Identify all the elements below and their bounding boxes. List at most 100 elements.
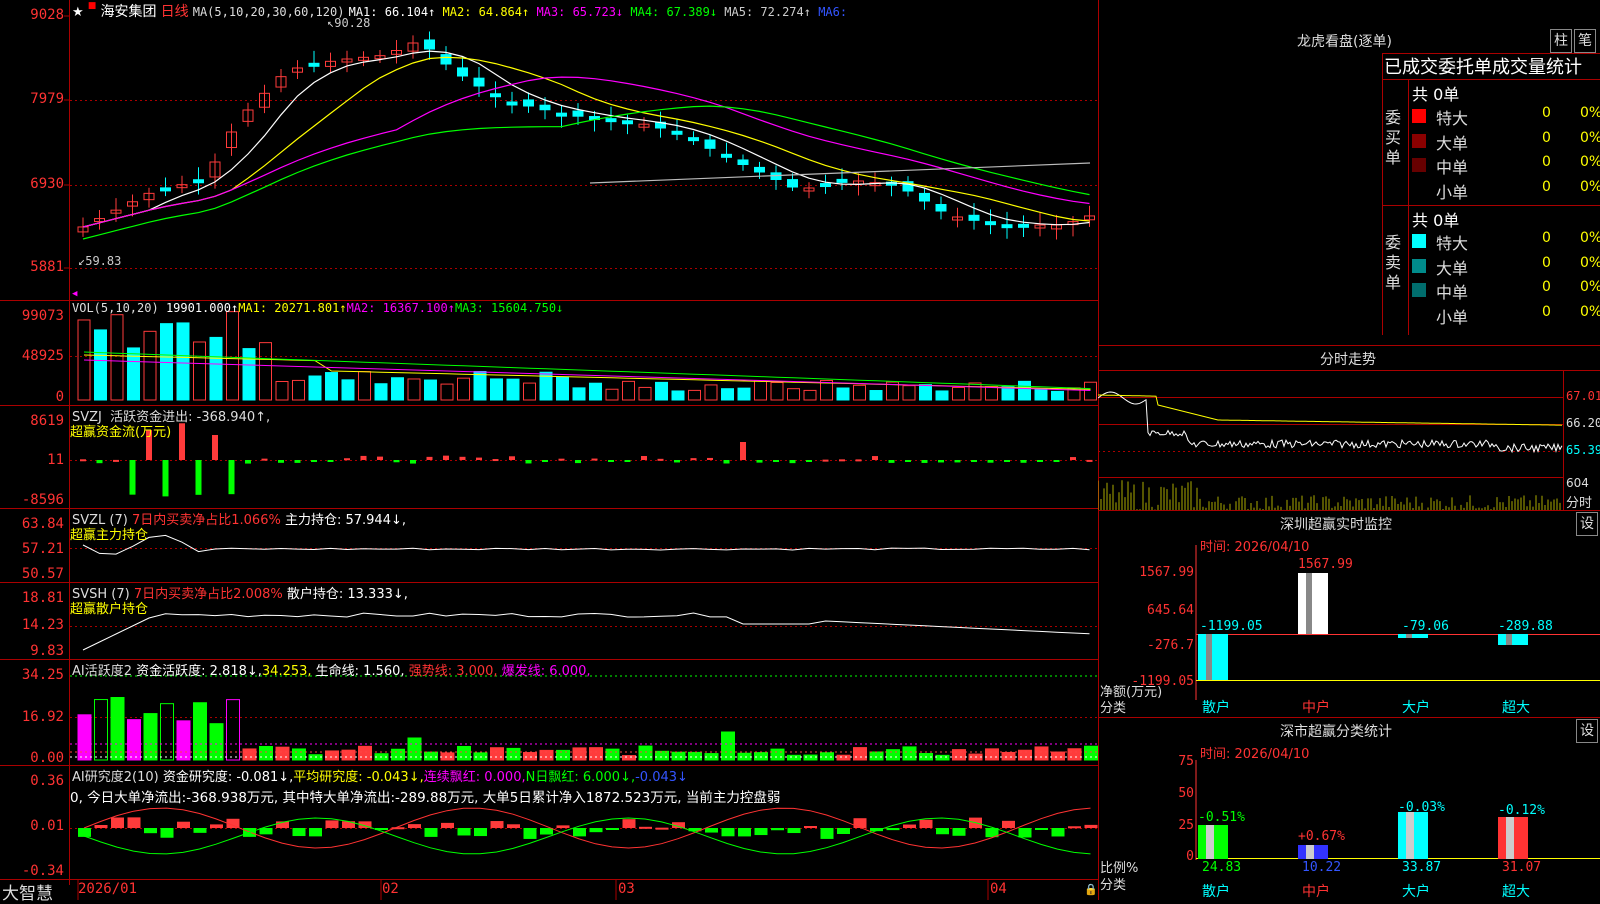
cls-stats-title: 深市超赢分类统计: [1280, 724, 1392, 740]
buy-pct: 0%: [1580, 178, 1600, 195]
vol-axis-mid: 48925: [21, 348, 64, 364]
fund-flow-bar: [311, 460, 317, 462]
volume-bar: [704, 384, 718, 401]
research-bar: [903, 824, 916, 828]
cls-category-label: 中户: [1302, 884, 1330, 900]
research-bar: [177, 821, 190, 828]
volume-bar: [457, 377, 470, 401]
activity-bar: [820, 752, 834, 761]
fund-flow-bar: [410, 460, 416, 464]
research-bar: [1002, 820, 1015, 828]
activity-bar: [440, 752, 455, 761]
activity-bar: [589, 747, 603, 761]
activity-bar: [127, 719, 141, 761]
sz-bar-stripe: [1406, 634, 1412, 638]
svsh-axis-top: 18.81: [21, 590, 64, 606]
ai-research-axis-top: 0.36: [30, 773, 64, 789]
fs-vol-label: 分时: [1566, 496, 1593, 511]
research-bar: [771, 828, 784, 831]
sz-settings-button[interactable]: 设: [1576, 512, 1598, 536]
price-axis-5881: 5881: [30, 259, 64, 275]
ai-research-axis-mid: 0.01: [30, 818, 64, 834]
fund-flow-bar: [162, 460, 169, 497]
scroll-left-icon[interactable]: ◀: [72, 289, 77, 299]
volume-bar: [440, 383, 454, 401]
volume-bar: [160, 323, 173, 401]
research-bar: [507, 824, 520, 828]
fund-flow-bar: [509, 456, 515, 460]
sz-category-label: 大户: [1402, 700, 1430, 716]
sz-bar: [1398, 634, 1428, 638]
cls-value-label: 33.87: [1402, 860, 1442, 875]
fund-flow-bar: [806, 460, 812, 462]
volume-bar: [589, 382, 602, 401]
buy-swatch: [1412, 158, 1426, 172]
price-axis-7979: 7979: [30, 91, 64, 107]
volume-bar: [572, 387, 586, 401]
research-bar: [573, 828, 586, 837]
activity-bar: [292, 748, 306, 761]
fund-flow-bar: [789, 460, 796, 464]
buy-row: 小单 0 0%: [1412, 178, 1600, 202]
ma-item-4: MA4: 67.389↓: [623, 5, 718, 19]
cls-change-label: +0.67%: [1298, 829, 1345, 844]
fund-flow-bar: [476, 457, 482, 460]
volume-bar: [869, 390, 883, 401]
candle-body: [754, 166, 765, 173]
sell-pct: 0%: [1580, 230, 1600, 246]
research-bar: [292, 828, 306, 837]
candle-body: [820, 183, 831, 188]
activity-bar: [341, 749, 356, 761]
fund-flow-bar: [888, 460, 895, 463]
activity-bar: [143, 713, 158, 761]
activity-bar: [655, 750, 669, 761]
cls-settings-button[interactable]: 设: [1576, 719, 1598, 743]
research-bar: [540, 828, 553, 835]
stock-name[interactable]: 海安集团: [100, 4, 156, 20]
volume-bar: [902, 385, 916, 401]
fund-flow-bar: [542, 460, 548, 462]
activity-bar: [1084, 745, 1098, 761]
research-bar: [556, 825, 570, 828]
activity-bar: [259, 746, 273, 761]
research-bar: [886, 828, 900, 831]
ai-research-axis-bottom: -0.34: [21, 863, 64, 879]
activity-bar: [770, 748, 785, 761]
volume-bar: [968, 382, 982, 401]
activity-bar: [209, 723, 224, 761]
sell-side-label: 委卖单: [1385, 233, 1402, 292]
fund-flow-bar: [674, 460, 680, 463]
volume-bar: [242, 348, 256, 401]
buy-label: 中单: [1436, 158, 1469, 177]
fs-vol-axis: 604: [1566, 476, 1589, 490]
activity-bar: [952, 749, 966, 761]
sell-row: 中单 0 0%: [1412, 279, 1600, 302]
buy-label: 特大: [1436, 109, 1469, 128]
sz-category-label: 中户: [1302, 700, 1330, 716]
lock-icon[interactable]: 🔒: [1084, 883, 1098, 896]
activity-bar: [836, 754, 851, 761]
fund-flow-bar: [344, 458, 350, 461]
brand-logo[interactable]: 大智慧: [2, 879, 53, 904]
candle-body: [836, 178, 848, 183]
fund-flow-bar: [905, 460, 911, 462]
volume-bar: [985, 386, 998, 401]
ma-values: MA1: 66.104↑ MA2: 64.864↑ MA3: 65.723↓ M…: [349, 5, 848, 19]
activity-bar: [886, 749, 900, 761]
favorite-star-icon[interactable]: ★: [72, 5, 84, 20]
volume-bar: [209, 336, 223, 401]
research-bar: [160, 828, 174, 838]
research-bar: [952, 828, 966, 836]
sell-swatch: [1412, 307, 1426, 322]
fund-flow-bar: [1020, 460, 1027, 463]
sz-monitor-title: 深圳超赢实时监控: [1280, 517, 1392, 533]
buy-count: 0: [1542, 129, 1551, 146]
buy-swatch: [1412, 182, 1426, 197]
period-label[interactable]: 日线: [161, 4, 189, 20]
volume-bar: [605, 388, 619, 401]
research-bar: [820, 828, 834, 839]
activity-bar: [935, 754, 950, 761]
svzj-axis-bottom: -8596: [21, 492, 64, 508]
activity-bar: [688, 751, 702, 761]
fund-flow-bar: [426, 456, 433, 460]
